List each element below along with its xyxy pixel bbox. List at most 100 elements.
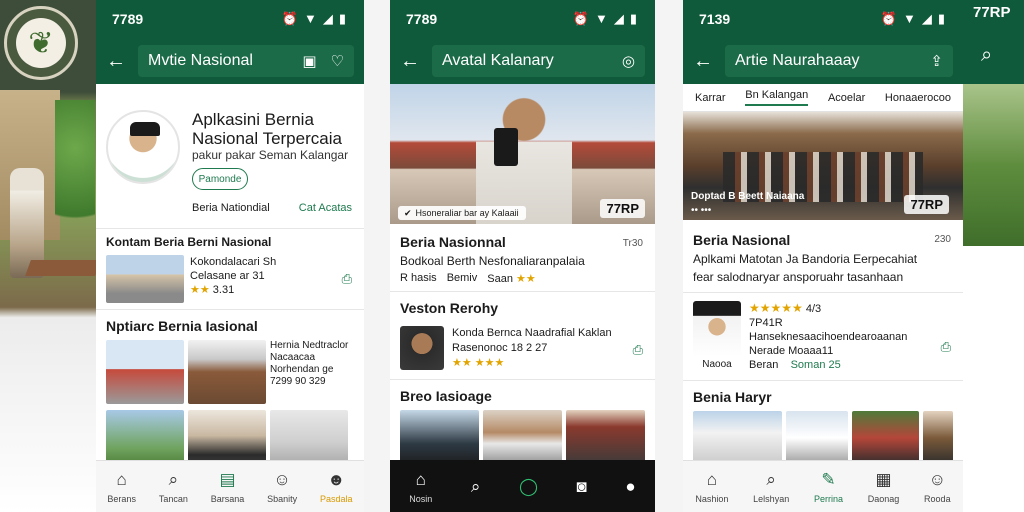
search-icon: ⌕ xyxy=(168,469,179,489)
save-icon[interactable]: ⎙ xyxy=(342,271,352,287)
caption-line: Hernia Nedtraclor xyxy=(270,340,349,351)
app-bar: ← Mvtie Nasional ▣ ♡ xyxy=(96,38,364,84)
palm-trees-image xyxy=(963,84,1024,246)
rating-stars: ★★ ★★★ xyxy=(452,357,505,369)
save-icon[interactable]: ⎙ xyxy=(633,342,643,358)
hero-image[interactable]: Doptad B Beett Naiaana •• ••• 77RP xyxy=(683,112,963,220)
tab-kalangan[interactable]: Bn Kalangan xyxy=(745,89,809,106)
nav-account[interactable]: ● xyxy=(625,477,635,497)
search-field[interactable]: Artie Naurahaaay ⇪ xyxy=(725,45,953,77)
search-field-text: Artie Naurahaaay xyxy=(735,52,860,69)
nav-library[interactable]: ▦ Daonag xyxy=(868,470,900,504)
bookmark-icon[interactable]: ▣ xyxy=(302,52,316,70)
live-circle-icon: ◯ xyxy=(518,476,538,496)
status-icons: ⏰ ▼ ◢ ▮ xyxy=(881,11,945,27)
carousel-dots[interactable]: •• ••• xyxy=(691,205,711,216)
nav-home[interactable]: ⌂ Nosin xyxy=(409,470,432,504)
nav-news[interactable]: ▤ Barsana xyxy=(211,470,245,504)
strip-photo[interactable] xyxy=(785,411,849,465)
nav-account[interactable]: ☺ Rooda xyxy=(924,470,951,504)
app-bar: ← Avatal Kalanary ◎ xyxy=(390,38,655,84)
strip-photo[interactable] xyxy=(852,411,920,465)
alarm-icon: ⏰ xyxy=(281,11,298,26)
meta-item: R hasis xyxy=(400,272,437,284)
nav-profile[interactable]: ☻ Pasdala xyxy=(320,470,353,504)
author-link[interactable]: Soman 25 xyxy=(791,359,841,371)
grid-photo[interactable] xyxy=(106,340,184,404)
list-item[interactable]: Kokondalacari Sh Celasane ar 31 ★★ 3.31 … xyxy=(96,253,364,309)
search-field-text: Mvtie Nasional xyxy=(148,52,253,69)
headline-time: Tr30 xyxy=(622,238,643,249)
card-text: Konda Bernca Naadrafial Kaklan Rasenonoc… xyxy=(452,326,612,371)
search-field[interactable]: Avatal Kalanary ◎ xyxy=(432,45,645,77)
nav-live[interactable]: ◯ xyxy=(519,477,538,497)
nav-label: Rooda xyxy=(924,493,951,504)
tab-honaaerocoo[interactable]: Honaaerocoo xyxy=(885,92,951,104)
nav-label: Nashion xyxy=(695,493,729,504)
status-icons: ⏰ ▼ ◢ ▮ xyxy=(573,11,637,27)
nav-search[interactable]: ⌕ Lelshyan xyxy=(753,470,789,504)
strip-photo[interactable] xyxy=(483,410,562,466)
search-icon: ⌕ xyxy=(470,476,481,496)
hero-caption: Doptad B Beett Naiaana xyxy=(691,191,805,202)
grid-photo[interactable] xyxy=(188,340,266,404)
author-avatar-wrap: Naooa xyxy=(693,301,741,372)
follow-button[interactable]: Pamonde xyxy=(192,168,248,190)
author-line: Hanseknesaacihoendearoaanan xyxy=(749,331,908,343)
home-icon: ⌂ xyxy=(706,469,718,489)
home-icon: ⌂ xyxy=(116,469,127,489)
heart-icon[interactable]: ♡ xyxy=(331,52,344,70)
rating-value: 3.31 xyxy=(212,284,235,296)
leaf-emblem-icon: ❦ xyxy=(16,18,66,68)
strip-photo[interactable] xyxy=(400,410,479,466)
status-icons: ⏰ ▼ ◢ ▮ xyxy=(282,11,346,27)
author-line: 7P41R xyxy=(749,317,783,329)
strip-photo[interactable] xyxy=(566,410,645,466)
chat-icon[interactable]: ◎ xyxy=(622,52,635,70)
list-item[interactable]: Konda Bernca Naadrafial Kaklan Rasenonoc… xyxy=(390,322,655,379)
nav-home[interactable]: ⌂ Nashion xyxy=(695,470,728,504)
tab-karrar[interactable]: Karrar xyxy=(695,92,726,104)
nav-label: Berans xyxy=(107,493,136,504)
back-arrow-icon[interactable]: ← xyxy=(693,50,715,73)
article-header[interactable]: Beria Nasional 230 Aplkami Matotan Ja Ba… xyxy=(683,220,963,292)
nav-label: Lelshyan xyxy=(753,493,790,504)
phone-screen-detail: 7139 ⏰ ▼ ◢ ▮ ← Artie Naurahaaay ⇪ Karrar… xyxy=(683,0,963,512)
nav-edit[interactable]: ✎ Perrina xyxy=(814,470,843,504)
meta-right-link[interactable]: Cat Acatas xyxy=(299,202,352,214)
nav-home[interactable]: ⌂ Berans xyxy=(107,470,136,504)
nav-search[interactable]: ⌕ Tancan xyxy=(159,470,188,504)
nav-search[interactable]: ⌕ xyxy=(471,477,481,497)
meta-item: Bemiv xyxy=(446,272,478,284)
author-card[interactable]: Naooa ★★★★★ 4/3 7P41R Hanseknesaacihoend… xyxy=(683,293,963,380)
alarm-icon: ⏰ xyxy=(880,11,897,26)
headline-meta: R hasis Bemiv Saan ★★ xyxy=(400,272,645,285)
card-meta: Rasenonoc 18 2 27 xyxy=(452,342,548,354)
tab-acoelar[interactable]: Acoelar xyxy=(828,92,865,104)
profile-meta: Beria Nationdial Cat Acatas xyxy=(192,202,352,214)
strip-photo[interactable] xyxy=(693,411,782,465)
section-title: Benia Haryr xyxy=(693,389,772,405)
rating-stars: ★★ xyxy=(516,273,536,285)
back-arrow-icon[interactable]: ← xyxy=(400,50,422,73)
strip-photo[interactable] xyxy=(923,411,953,465)
upload-icon[interactable]: ⇪ xyxy=(930,52,943,70)
search-field[interactable]: Mvtie Nasional ▣ ♡ xyxy=(138,45,354,77)
nav-community[interactable]: ☺ Sbanity xyxy=(267,470,297,504)
nav-camera[interactable]: ◙ xyxy=(577,477,587,497)
caption-line: Nacaacaa xyxy=(270,352,316,363)
meta-left: Beria Nationdial xyxy=(192,202,270,214)
meta-item: Saan xyxy=(487,273,513,285)
phone-screen-feed: 7789 ⏰ ▼ ◢ ▮ ← Avatal Kalanary ◎ ✔ Hsone… xyxy=(390,0,655,512)
save-icon[interactable]: ⎙ xyxy=(941,339,951,355)
search-icon[interactable]: ⌕ xyxy=(981,44,992,67)
article-subtitle: fear salodnaryar ansporuahr tasanhaan xyxy=(693,270,904,284)
handheld-phone xyxy=(494,128,518,166)
gap-panel xyxy=(364,0,390,512)
hero-image[interactable]: ✔ Hsoneraliar bar ay Kalaaii 77RP xyxy=(390,84,655,224)
headline-block[interactable]: Beria Nasionnal Tr30 Bodkoal Berth Nesfo… xyxy=(390,224,655,291)
news-title: Kokondalacari Sh xyxy=(190,256,277,268)
back-arrow-icon[interactable]: ← xyxy=(106,50,128,73)
headline-title: Beria Nasionnal xyxy=(400,234,506,250)
battery-icon: ▮ xyxy=(937,11,945,26)
